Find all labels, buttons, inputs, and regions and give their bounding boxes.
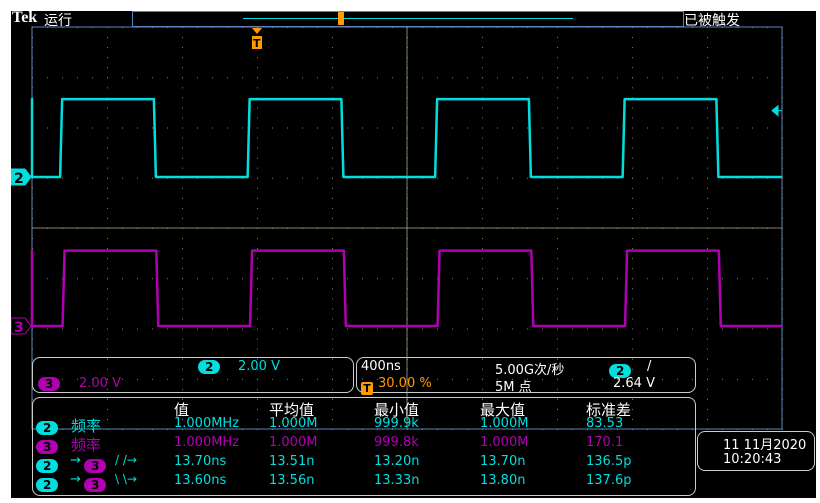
arrow-icon: → <box>70 472 81 487</box>
measurement-value: 13.51n <box>269 454 315 469</box>
measurement-row[interactable]: 2 → 3 / /→ 13.70ns 13.51n 13.20n 13.70n 136.5p <box>33 453 693 473</box>
measurement-value: 13.33n <box>374 473 420 488</box>
arrow-icon: → <box>70 453 81 468</box>
measurement-value: 13.70ns <box>174 454 227 469</box>
oscilloscope-screen: Tek 运行 已被触发 23T 2 2.00 V 3 2.00 V 400ns … <box>11 9 816 498</box>
ch2-badge[interactable]: 2 <box>198 360 221 374</box>
measurement-value: 999.9k <box>374 416 419 431</box>
trigger-slope[interactable]: / <box>647 359 651 374</box>
measurement-value: 13.56n <box>269 473 315 488</box>
measurement-dest-badge: 3 <box>84 459 107 473</box>
measurement-value: 170.1 <box>586 435 624 450</box>
measurement-value: 1.000MHz <box>174 435 240 450</box>
horizontal-panel[interactable]: 400ns T 30.00 % 5.00G次/秒 5M 点 2 / 2.64 V <box>356 357 696 395</box>
measurement-value: 137.6p <box>586 473 632 488</box>
measurement-row[interactable]: 2 频率 1.000MHz 1.000M 999.9k 1.000M 83.53 <box>33 415 693 435</box>
measurement-source-badge: 3 <box>36 440 59 454</box>
measurement-value: 1.000M <box>480 435 529 450</box>
trigger-position-icon: T <box>361 382 373 395</box>
datetime-panel: 11 11月2020 10:20:43 <box>697 431 815 471</box>
measurement-panel[interactable]: 值 平均值 最小值 最大值 标准差 2 频率 1.000MHz 1.000M 999.9… <box>32 397 696 496</box>
measurement-value: 83.53 <box>586 416 624 431</box>
ch2-marker-label: 2 <box>14 171 24 187</box>
time: 10:20:43 <box>723 452 782 467</box>
trigger-position-arrow-icon <box>252 28 262 34</box>
measurement-value: 999.8k <box>374 435 419 450</box>
measurement-value: 1.000MHz <box>174 416 240 431</box>
ch3-ground-marker: 3 <box>11 317 32 336</box>
measurement-value: 13.60ns <box>174 473 227 488</box>
measurement-source-badge: 2 <box>36 421 59 435</box>
measurement-value: 13.20n <box>374 454 420 469</box>
ch3-waveform <box>30 249 782 328</box>
ch2-waveform <box>30 97 782 179</box>
measurement-name: 频率 <box>71 417 102 435</box>
ch2-scale[interactable]: 2.00 V <box>238 359 280 374</box>
measurement-source-badge: 2 <box>36 478 59 492</box>
measurement-value: 1.000M <box>269 416 318 431</box>
ch3-badge[interactable]: 3 <box>38 377 61 391</box>
trigger-position[interactable]: 30.00 % <box>378 376 432 391</box>
time-scale[interactable]: 400ns <box>361 359 401 374</box>
measurement-name: / /→ <box>115 453 137 467</box>
measurement-row[interactable]: 3 频率 1.000MHz 1.000M 999.8k 1.000M 170.1 <box>33 434 693 454</box>
trigger-level[interactable]: 2.64 V <box>613 376 655 391</box>
measurement-value: 136.5p <box>586 454 632 469</box>
date: 11 11月2020 <box>723 438 807 453</box>
record-length: 5M 点 <box>495 380 532 395</box>
measurement-dest-badge: 3 <box>84 478 107 492</box>
ch3-marker-label: 3 <box>14 320 24 336</box>
measurement-value: 13.70n <box>480 454 526 469</box>
trigger-position-marker-label: T <box>253 37 261 50</box>
measurement-value: 1.000M <box>480 416 529 431</box>
measurement-name: 频率 <box>71 436 102 454</box>
ch3-scale[interactable]: 2.00 V <box>79 376 121 391</box>
measurement-row[interactable]: 2 → 3 \ \→ 13.60ns 13.56n 13.33n 13.80n 137.6p <box>33 472 693 492</box>
measurement-name: \ \→ <box>115 472 137 486</box>
ch2-ground-marker: 2 <box>11 168 32 187</box>
measurement-value: 1.000M <box>269 435 318 450</box>
channel-scale-panel[interactable]: 2 2.00 V 3 2.00 V <box>32 357 354 393</box>
measurement-value: 13.80n <box>480 473 526 488</box>
trigger-level-arrow-icon <box>771 104 782 117</box>
measurement-source-badge: 2 <box>36 459 59 473</box>
